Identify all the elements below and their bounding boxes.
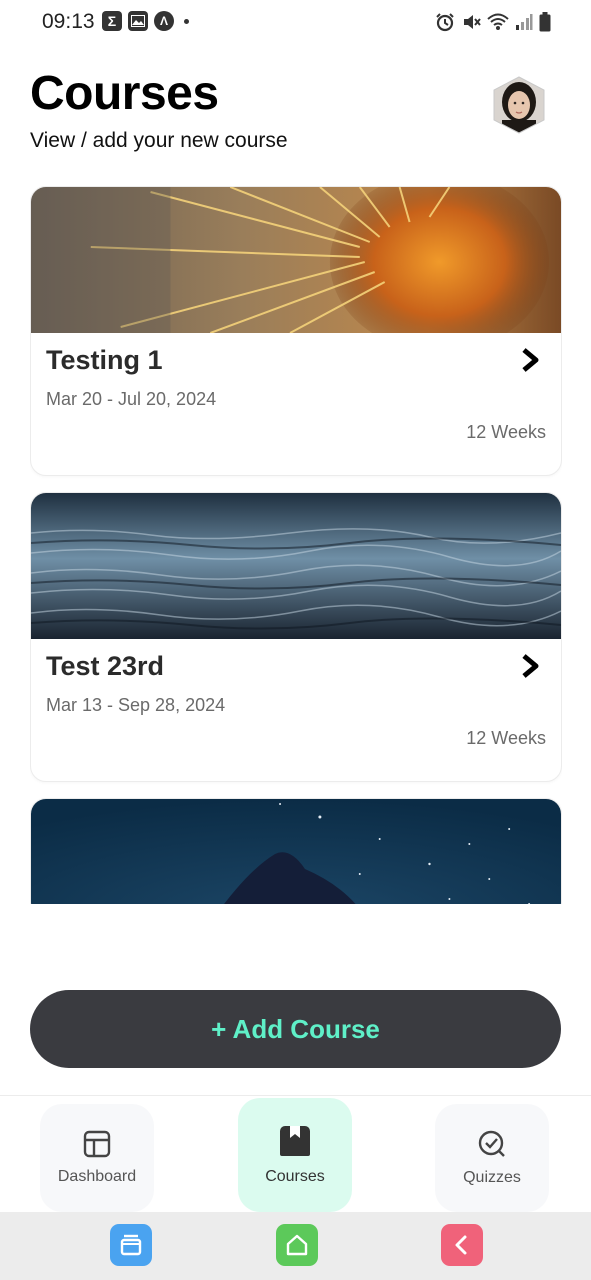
- dashboard-icon: [83, 1130, 111, 1158]
- status-time: 09:13: [42, 10, 95, 33]
- tab-courses[interactable]: Courses: [238, 1098, 352, 1212]
- image-icon: [128, 11, 148, 31]
- course-duration: 12 Weeks: [466, 728, 546, 748]
- tab-label: Quizzes: [463, 1169, 521, 1186]
- course-image: [31, 799, 561, 904]
- battery-icon: [539, 12, 551, 32]
- course-image: [31, 493, 561, 639]
- tab-dashboard[interactable]: Dashboard: [40, 1104, 154, 1212]
- course-card[interactable]: [30, 798, 562, 904]
- system-nav: [0, 1212, 591, 1280]
- status-right-icons: [435, 12, 551, 32]
- page-title: Courses: [30, 67, 219, 120]
- avatar[interactable]: [492, 76, 546, 134]
- tab-label: Dashboard: [57, 1168, 137, 1185]
- course-name: Testing 1: [46, 345, 163, 375]
- tab-label: Courses: [265, 1168, 325, 1185]
- signal-icon: [516, 14, 533, 30]
- tab-quizzes[interactable]: Quizzes: [435, 1104, 549, 1212]
- wifi-icon: [487, 13, 509, 30]
- page-subtitle: View / add your new course: [30, 129, 288, 152]
- mute-icon: [464, 15, 481, 29]
- course-name: Test 23rd: [46, 651, 165, 681]
- chevron-right-icon[interactable]: [519, 653, 541, 679]
- recents-icon: [120, 1234, 142, 1256]
- course-card[interactable]: Testing 1 Mar 20 - Jul 20, 2024 12 Weeks: [30, 186, 562, 476]
- course-dates: Mar 20 - Jul 20, 2024: [46, 389, 217, 409]
- course-dates: Mar 13 - Sep 28, 2024: [46, 695, 226, 715]
- course-list[interactable]: Testing 1 Mar 20 - Jul 20, 2024 12 Weeks: [30, 186, 562, 904]
- course-image: [31, 187, 561, 333]
- alarm-icon: [436, 13, 454, 32]
- home-button[interactable]: [276, 1224, 318, 1266]
- quiz-icon: [478, 1130, 505, 1157]
- status-bar: 09:13 Σ Λ: [0, 0, 591, 46]
- book-icon: [280, 1126, 310, 1156]
- dot-icon: [184, 18, 189, 24]
- sigma-icon: Σ: [102, 11, 122, 31]
- a-icon: Λ: [154, 11, 174, 31]
- course-duration: 12 Weeks: [466, 422, 546, 442]
- status-left-icons: Σ Λ: [102, 11, 189, 31]
- back-icon: [455, 1235, 467, 1255]
- chevron-right-icon[interactable]: [519, 347, 541, 373]
- course-card[interactable]: Test 23rd Mar 13 - Sep 28, 2024 12 Weeks: [30, 492, 562, 782]
- bottom-nav: Dashboard Courses Quizzes: [0, 1095, 591, 1212]
- add-course-button[interactable]: + Add Course: [30, 990, 561, 1068]
- recents-button[interactable]: [110, 1224, 152, 1266]
- home-icon: [286, 1234, 308, 1256]
- back-button[interactable]: [441, 1224, 483, 1266]
